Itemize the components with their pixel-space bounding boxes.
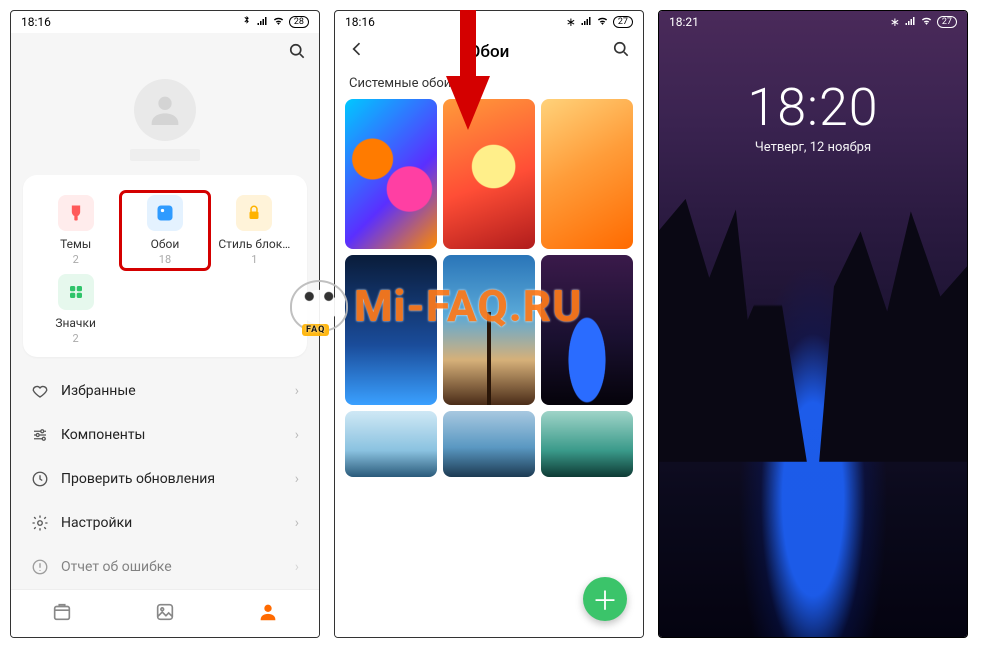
update-icon (31, 470, 49, 488)
nav-store-icon[interactable] (51, 601, 73, 627)
search-icon[interactable] (611, 39, 631, 64)
page-header: Обои (335, 33, 643, 74)
menu-components[interactable]: Компоненты › (23, 413, 307, 457)
battery-indicator: 28 (289, 16, 309, 28)
chevron-right-icon: › (295, 383, 299, 399)
chevron-right-icon: › (295, 471, 299, 487)
wallpaper-thumb[interactable] (541, 411, 633, 477)
wifi-icon (596, 14, 609, 30)
section-heading: Системные обои (335, 74, 643, 99)
heart-icon (31, 382, 49, 400)
gear-icon (31, 514, 49, 532)
back-icon[interactable] (347, 39, 367, 64)
nav-wallpaper-icon[interactable] (154, 601, 176, 627)
tile-icons[interactable]: Значки 2 (31, 270, 120, 349)
wallpaper-thumb[interactable] (541, 99, 633, 249)
lockscreen-time: 18:20 (659, 77, 967, 138)
tile-label: Темы (60, 237, 91, 251)
battery-indicator: 27 (613, 16, 633, 28)
menu-label: Настройки (61, 515, 132, 531)
tile-wallpapers[interactable]: Обои 18 (120, 191, 209, 270)
lockscreen-clock-area: 18:20 Четверг, 12 ноября (659, 33, 967, 155)
wallpaper-thumb[interactable] (443, 99, 535, 249)
status-time: 18:21 (669, 15, 699, 29)
add-wallpaper-button[interactable]: ＋ (583, 577, 627, 621)
wifi-icon (272, 14, 285, 30)
tile-count: 2 (73, 332, 79, 345)
status-time: 18:16 (21, 15, 51, 29)
menu-label: Компоненты (61, 427, 145, 443)
status-time: 18:16 (345, 15, 375, 29)
tile-lockstyle[interactable]: Стиль блок… 1 (210, 191, 299, 270)
wallpaper-thumb[interactable] (345, 99, 437, 249)
search-icon[interactable] (287, 41, 307, 65)
wallpaper-grid (335, 99, 643, 477)
wallpaper-thumb[interactable] (541, 255, 633, 405)
menu-label: Проверить обновления (61, 471, 215, 487)
wallpaper-thumb[interactable] (443, 255, 535, 405)
tile-label: Стиль блок… (218, 237, 290, 251)
iconset-icon (58, 274, 94, 310)
tile-themes[interactable]: Темы 2 (31, 191, 120, 270)
chevron-right-icon: › (295, 515, 299, 531)
nav-profile-icon[interactable] (257, 601, 279, 627)
wallpaper-icon (147, 195, 183, 231)
tile-count: 2 (73, 253, 79, 266)
bluetooth-icon: ∗ (566, 15, 576, 29)
menu-report[interactable]: Отчет об ошибке › (23, 545, 307, 589)
wifi-icon (920, 14, 933, 30)
screen-wallpapers: 18:16 ∗ 27 Обои Системные обои (334, 10, 644, 638)
sliders-icon (31, 426, 49, 444)
status-bar: 18:21 ∗ 27 (659, 11, 967, 33)
lockscreen-date: Четверг, 12 ноября (659, 140, 967, 155)
signal-icon (904, 15, 916, 30)
signal-icon (580, 15, 592, 30)
wallpaper-thumb[interactable] (345, 411, 437, 477)
profile-avatar-area[interactable] (11, 73, 319, 175)
themes-icon (58, 195, 94, 231)
tile-count: 18 (159, 253, 171, 266)
page-title: Обои (367, 42, 611, 62)
categories-card: Темы 2 Обои 18 Стиль блок… 1 (23, 175, 307, 357)
menu-settings[interactable]: Настройки › (23, 501, 307, 545)
settings-list: Избранные › Компоненты › Проверить обнов… (23, 369, 307, 589)
menu-label: Отчет об ошибке (61, 559, 172, 575)
bottom-nav (11, 589, 319, 637)
status-bar: 18:16 28 (11, 11, 319, 33)
status-indicators: 28 (241, 14, 309, 30)
tile-count: 1 (251, 253, 257, 266)
chevron-right-icon: › (295, 559, 299, 575)
menu-favorites[interactable]: Избранные › (23, 369, 307, 413)
signal-icon (256, 15, 268, 30)
plus-icon: ＋ (592, 581, 618, 618)
tile-label: Значки (55, 316, 96, 330)
bluetooth-icon (241, 15, 252, 29)
chevron-right-icon: › (295, 427, 299, 443)
screen-lockscreen: 18:21 ∗ 27 18:20 Четверг, 12 ноября (658, 10, 968, 638)
menu-check-updates[interactable]: Проверить обновления › (23, 457, 307, 501)
avatar-placeholder-icon (134, 79, 196, 141)
report-icon (31, 558, 49, 576)
wallpaper-thumb[interactable] (443, 411, 535, 477)
profile-name-placeholder (130, 149, 200, 161)
battery-indicator: 27 (937, 16, 957, 28)
menu-label: Избранные (61, 383, 136, 399)
status-bar: 18:16 ∗ 27 (335, 11, 643, 33)
bluetooth-icon: ∗ (890, 15, 900, 29)
lock-icon (236, 195, 272, 231)
screen-profile: 18:16 28 (10, 10, 320, 638)
wallpaper-thumb[interactable] (345, 255, 437, 405)
status-indicators: ∗ 27 (566, 14, 633, 30)
tile-label: Обои (151, 237, 180, 251)
status-indicators: ∗ 27 (890, 14, 957, 30)
